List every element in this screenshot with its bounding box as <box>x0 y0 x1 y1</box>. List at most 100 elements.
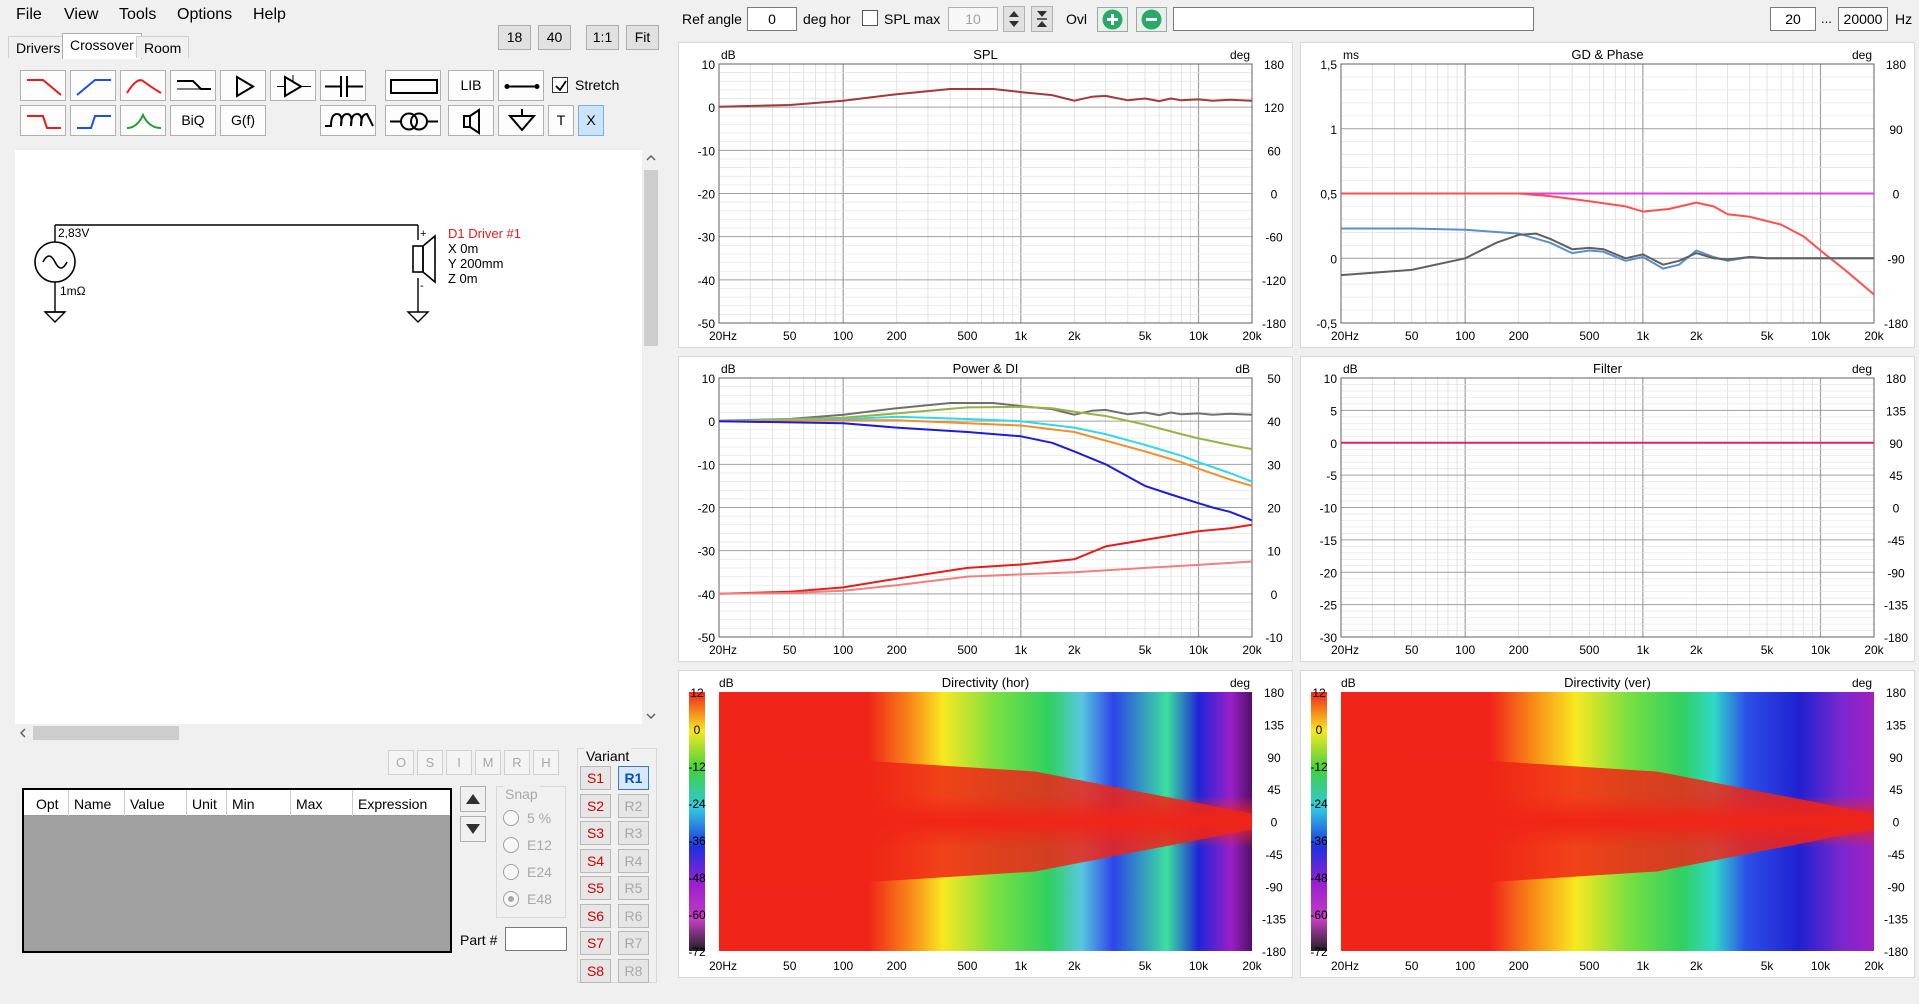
optimizer-r-button[interactable]: R <box>504 750 530 775</box>
chart-dir-ver[interactable]: Directivity (ver) dB deg 20Hz 50 100 200 500 1k 2… <box>1300 670 1915 978</box>
menu-help[interactable]: Help <box>253 6 286 24</box>
spl-max-checkbox[interactable] <box>862 10 878 26</box>
y-axis-unit-left: dB <box>1341 676 1356 690</box>
variant-s8-button[interactable]: S8 <box>580 958 611 983</box>
chart-dir-hor[interactable]: Directivity (hor) dB deg 20Hz 50 100 200 500 1k 2… <box>678 670 1293 978</box>
chart-filter[interactable]: Filter dB deg 20Hz 50 100 200 500 1k 2k 5k 10k 20k 10… <box>1300 356 1915 662</box>
driver-name-label[interactable]: D1 Driver #1 <box>448 226 521 241</box>
variant-r5-button[interactable]: R5 <box>618 876 649 900</box>
column-header-max[interactable]: Max <box>296 796 322 812</box>
text-button[interactable]: T <box>548 105 574 136</box>
scale-fit-button[interactable]: Fit <box>626 25 659 50</box>
y-tick-label-right: -135 <box>1884 913 1908 927</box>
move-down-button[interactable] <box>460 816 486 842</box>
variant-s2-button[interactable]: S2 <box>580 793 611 818</box>
spl-max-spinner-all[interactable] <box>1031 6 1053 32</box>
optimizer-h-button[interactable]: H <box>533 750 559 775</box>
capacitor-button[interactable] <box>320 70 366 101</box>
column-header-opt[interactable]: Opt <box>36 796 59 812</box>
snap-radio-e24[interactable] <box>503 864 519 880</box>
x-button[interactable]: X <box>578 105 604 136</box>
variant-s1-button[interactable]: S1 <box>580 766 611 790</box>
inductor-button[interactable] <box>320 105 376 136</box>
spl-max-spinner[interactable] <box>1003 6 1025 32</box>
freq-max-input[interactable]: 20000 <box>1838 7 1888 31</box>
variant-s4-button[interactable]: S4 <box>580 848 611 873</box>
lowpass-red-button[interactable] <box>20 70 66 101</box>
parameter-table[interactable]: Opt Name Value Unit Min Max Expression <box>22 788 452 953</box>
spl-max-input[interactable]: 10 <box>948 7 998 31</box>
chart-power-di[interactable]: Power & DI dB dB 20Hz 50 100 200 500 1k 2k 5k 10k 20… <box>678 356 1293 662</box>
highpass-blue-button[interactable] <box>70 70 116 101</box>
variant-r1-button[interactable]: R1 <box>618 766 649 790</box>
overlay-remove-button[interactable] <box>1136 7 1167 32</box>
y-tick-label-right: -90 <box>1887 880 1905 894</box>
column-header-name[interactable]: Name <box>74 796 111 812</box>
overlay-text-input[interactable] <box>1173 7 1534 31</box>
scale-18-button[interactable]: 18 <box>498 25 531 50</box>
optimizer-o-button[interactable]: O <box>388 750 414 775</box>
snap-radio-e12[interactable] <box>503 837 519 853</box>
variant-r3-button[interactable]: R3 <box>618 821 649 845</box>
optimizer-s-button[interactable]: S <box>417 750 443 775</box>
chart-spl[interactable]: SPL dB deg 20Hz 50 100 200 500 1k 2k 5k 10k 20k 10 0 -1… <box>678 42 1293 348</box>
column-header-expression[interactable]: Expression <box>358 796 427 812</box>
horizontal-scrollbar[interactable] <box>15 724 642 742</box>
snap-radio-5[interactable] <box>503 810 519 826</box>
variant-r2-button[interactable]: R2 <box>618 793 649 818</box>
lowpass2-red-button[interactable] <box>20 105 66 136</box>
buffer-button[interactable] <box>220 70 266 101</box>
vertical-scrollbar[interactable] <box>642 150 660 724</box>
overlay-add-button[interactable] <box>1097 7 1128 32</box>
snap-option-label: 5 % <box>527 810 552 826</box>
menu-tools[interactable]: Tools <box>119 6 156 24</box>
wire-button[interactable] <box>498 70 544 101</box>
stretch-checkbox[interactable] <box>552 77 568 93</box>
variant-r4-button[interactable]: R4 <box>618 848 649 873</box>
tab-drivers[interactable]: Drivers <box>8 36 69 58</box>
snap-radio-e48[interactable] <box>503 891 519 907</box>
variant-s5-button[interactable]: S5 <box>580 876 611 900</box>
tab-crossover[interactable]: Crossover <box>62 33 142 59</box>
part-number-input[interactable] <box>505 927 567 951</box>
optimizer-m-button[interactable]: M <box>475 750 501 775</box>
variant-r8-button[interactable]: R8 <box>618 958 649 983</box>
column-header-min[interactable]: Min <box>232 796 255 812</box>
variant-s7-button[interactable]: S7 <box>580 931 611 955</box>
move-up-button[interactable] <box>460 786 486 812</box>
series-line-4 <box>718 420 1253 522</box>
scale-40-button[interactable]: 40 <box>538 25 571 50</box>
freq-min-input[interactable]: 20 <box>1770 7 1816 31</box>
bandpass-red-button[interactable] <box>120 70 166 101</box>
variant-r6-button[interactable]: R6 <box>618 903 649 928</box>
x-tick-label: 100 <box>1455 959 1475 973</box>
horizontal-scroll-thumb[interactable] <box>33 726 179 740</box>
resistor-button[interactable] <box>385 70 441 101</box>
column-header-unit[interactable]: Unit <box>192 796 217 812</box>
ground-button[interactable] <box>498 105 544 136</box>
column-header-value[interactable]: Value <box>130 796 165 812</box>
ref-angle-input[interactable]: 0 <box>747 7 797 31</box>
variant-s6-button[interactable]: S6 <box>580 903 611 928</box>
optimizer-i-button[interactable]: I <box>446 750 472 775</box>
peak-green-button[interactable] <box>120 105 166 136</box>
driver-button[interactable] <box>448 105 494 136</box>
chart-gd-phase[interactable]: GD & Phase ms deg 20Hz 50 100 200 500 1k 2k 5k 10k 2… <box>1300 42 1915 348</box>
variant-s3-button[interactable]: S3 <box>580 821 611 845</box>
y-tick-label-left: 0,5 <box>1320 188 1337 202</box>
tab-room[interactable]: Room <box>136 36 190 58</box>
menu-options[interactable]: Options <box>177 6 232 24</box>
opamp-button[interactable] <box>270 70 316 101</box>
library-button[interactable]: LIB <box>448 70 494 101</box>
shelf-button[interactable] <box>170 70 216 101</box>
schematic-canvas[interactable]: 2,83V 1mΩ + - D1 Driver #1 X 0m Y 200mm … <box>15 150 642 724</box>
transformer-button[interactable] <box>385 105 441 136</box>
menu-view[interactable]: View <box>64 6 98 24</box>
biquad-button[interactable]: BiQ <box>170 105 216 136</box>
gf-button[interactable]: G(f) <box>220 105 266 136</box>
menu-file[interactable]: File <box>16 6 42 24</box>
scale-1to1-button[interactable]: 1:1 <box>586 25 619 50</box>
variant-r7-button[interactable]: R7 <box>618 931 649 955</box>
highpass2-blue-button[interactable] <box>70 105 116 136</box>
vertical-scroll-thumb[interactable] <box>644 170 658 346</box>
